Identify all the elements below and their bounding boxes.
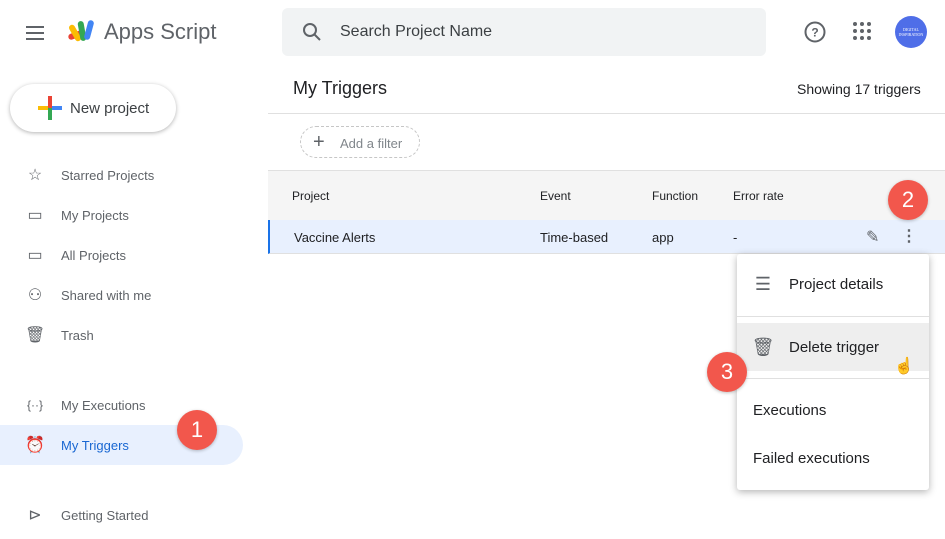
executions-icon: {··} bbox=[26, 398, 43, 412]
apps-grid-icon[interactable] bbox=[853, 22, 871, 40]
sidebar-item-label: Trash bbox=[61, 327, 94, 343]
sidebar-item-label: My Triggers bbox=[61, 437, 129, 453]
trash-icon: 🗑 bbox=[751, 336, 775, 357]
column-function[interactable]: Function bbox=[652, 189, 698, 203]
column-error-rate[interactable]: Error rate bbox=[733, 189, 784, 203]
cell-function: app bbox=[652, 230, 674, 245]
pointer-cursor-icon: ☝ bbox=[894, 358, 914, 375]
edit-icon[interactable]: ✎ bbox=[866, 227, 879, 247]
alarm-icon: ⏰ bbox=[25, 437, 45, 454]
add-filter-button[interactable]: + Add a filter bbox=[300, 126, 420, 158]
plus-icon bbox=[38, 96, 62, 120]
column-project[interactable]: Project bbox=[292, 189, 329, 203]
step-badge-3: 3 bbox=[707, 352, 747, 392]
cell-event: Time-based bbox=[540, 230, 609, 245]
sidebar-item-trash[interactable]: 🗑 Trash bbox=[0, 315, 243, 355]
divider bbox=[268, 113, 945, 114]
people-icon: ⚇ bbox=[27, 287, 43, 304]
menu-item-label: Failed executions bbox=[753, 449, 870, 467]
trigger-count: Showing 17 triggers bbox=[797, 81, 921, 97]
apps-script-logo bbox=[68, 20, 94, 42]
search-input[interactable]: Search Project Name bbox=[282, 8, 766, 56]
cell-project: Vaccine Alerts bbox=[294, 230, 376, 245]
sidebar-item-shared[interactable]: ⚇ Shared with me bbox=[0, 275, 243, 315]
menu-divider bbox=[737, 378, 929, 379]
main-menu-icon[interactable] bbox=[26, 26, 44, 40]
menu-item-label: Project details bbox=[789, 275, 884, 293]
table-header: Project Event Function Error rate bbox=[268, 170, 945, 220]
menu-divider bbox=[737, 316, 929, 317]
step-badge-1: 1 bbox=[177, 410, 217, 450]
table-row[interactable]: Vaccine Alerts Time-based app - ✎ ⋮ bbox=[268, 220, 945, 254]
page-title: My Triggers bbox=[293, 78, 388, 98]
folder-icon: ▭ bbox=[27, 247, 43, 264]
new-project-button[interactable]: New project bbox=[10, 84, 176, 132]
help-icon[interactable]: ? bbox=[804, 21, 826, 43]
sidebar-item-label: All Projects bbox=[61, 247, 127, 263]
menu-item-failed-executions[interactable]: Failed executions bbox=[737, 434, 929, 482]
menu-item-label: Executions bbox=[753, 401, 827, 419]
new-project-label: New project bbox=[70, 100, 150, 117]
sidebar-item-label: My Executions bbox=[61, 397, 146, 413]
svg-text:?: ? bbox=[811, 26, 818, 40]
sidebar-item-label: Getting Started bbox=[61, 507, 149, 523]
search-placeholder: Search Project Name bbox=[340, 23, 493, 40]
cell-error-rate: - bbox=[733, 230, 738, 245]
sidebar-item-starred[interactable]: ☆ Starred Projects bbox=[0, 155, 243, 195]
menu-item-label: Delete trigger bbox=[789, 338, 880, 356]
trash-icon: 🗑 bbox=[25, 327, 46, 344]
avatar[interactable]: DIGITAL INSPIRATION bbox=[895, 16, 927, 48]
more-vert-icon[interactable]: ⋮ bbox=[901, 226, 917, 246]
column-event[interactable]: Event bbox=[540, 189, 571, 203]
play-circle-icon: ⊳ bbox=[28, 507, 42, 524]
sidebar-item-all-projects[interactable]: ▭ All Projects bbox=[0, 235, 243, 275]
menu-item-project-details[interactable]: ☰ Project details bbox=[737, 260, 929, 308]
menu-item-executions[interactable]: Executions bbox=[737, 386, 929, 434]
app-title: Apps Script bbox=[104, 19, 217, 44]
star-icon: ☆ bbox=[27, 167, 43, 184]
sidebar-item-label: Shared with me bbox=[61, 287, 152, 303]
folder-icon: ▭ bbox=[27, 207, 43, 224]
sidebar-item-label: Starred Projects bbox=[61, 167, 155, 183]
sidebar-item-my-projects[interactable]: ▭ My Projects bbox=[0, 195, 243, 235]
sidebar-item-getting-started[interactable]: ⊳ Getting Started bbox=[0, 495, 243, 535]
add-filter-label: Add a filter bbox=[340, 136, 403, 151]
plus-icon: + bbox=[313, 131, 325, 153]
list-icon: ☰ bbox=[754, 273, 772, 294]
step-badge-2: 2 bbox=[888, 180, 928, 220]
sidebar-item-label: My Projects bbox=[61, 207, 129, 223]
search-icon bbox=[303, 23, 321, 41]
